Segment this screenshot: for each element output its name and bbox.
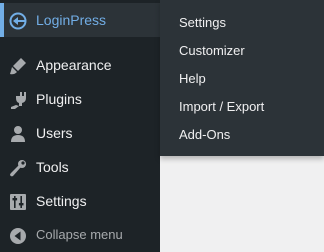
submenu-item-add-ons[interactable]: Add-Ons bbox=[179, 127, 230, 143]
active-indicator bbox=[0, 3, 4, 37]
sidebar-item-label: Settings bbox=[36, 193, 87, 209]
sidebar-item-loginpress[interactable]: LoginPress bbox=[0, 3, 160, 37]
submenu-item-help[interactable]: Help bbox=[179, 71, 206, 87]
submenu-item-settings[interactable]: Settings bbox=[179, 15, 226, 31]
wrench-icon bbox=[8, 158, 28, 178]
settings-sliders-icon bbox=[8, 192, 28, 212]
collapse-arrow-icon bbox=[8, 226, 28, 246]
submenu-item-customizer[interactable]: Customizer bbox=[179, 43, 245, 59]
paintbrush-icon bbox=[8, 56, 28, 76]
sidebar-item-label: LoginPress bbox=[36, 12, 107, 28]
sidebar-item-appearance[interactable]: Appearance bbox=[0, 48, 160, 82]
sidebar-item-tools[interactable]: Tools bbox=[0, 150, 160, 184]
sidebar-item-settings[interactable]: Settings bbox=[0, 184, 160, 218]
sidebar-item-label: Plugins bbox=[36, 91, 82, 107]
sidebar-item-label: Collapse menu bbox=[36, 227, 123, 242]
admin-sidebar: LoginPress Appearance Plugins Users Tool… bbox=[0, 0, 160, 252]
plugin-icon bbox=[8, 90, 28, 110]
sidebar-item-label: Tools bbox=[36, 159, 69, 175]
loginpress-submenu: Settings Customizer Help Import / Export… bbox=[160, 0, 324, 156]
sidebar-item-plugins[interactable]: Plugins bbox=[0, 82, 160, 116]
submenu-item-import-export[interactable]: Import / Export bbox=[179, 99, 264, 115]
collapse-menu-button[interactable]: Collapse menu bbox=[0, 218, 160, 252]
sidebar-item-users[interactable]: Users bbox=[0, 116, 160, 150]
flyout-pointer bbox=[152, 10, 160, 26]
sidebar-item-label: Appearance bbox=[36, 57, 112, 73]
loginpress-icon bbox=[8, 11, 28, 31]
sidebar-item-label: Users bbox=[36, 125, 73, 141]
users-icon bbox=[8, 124, 28, 144]
